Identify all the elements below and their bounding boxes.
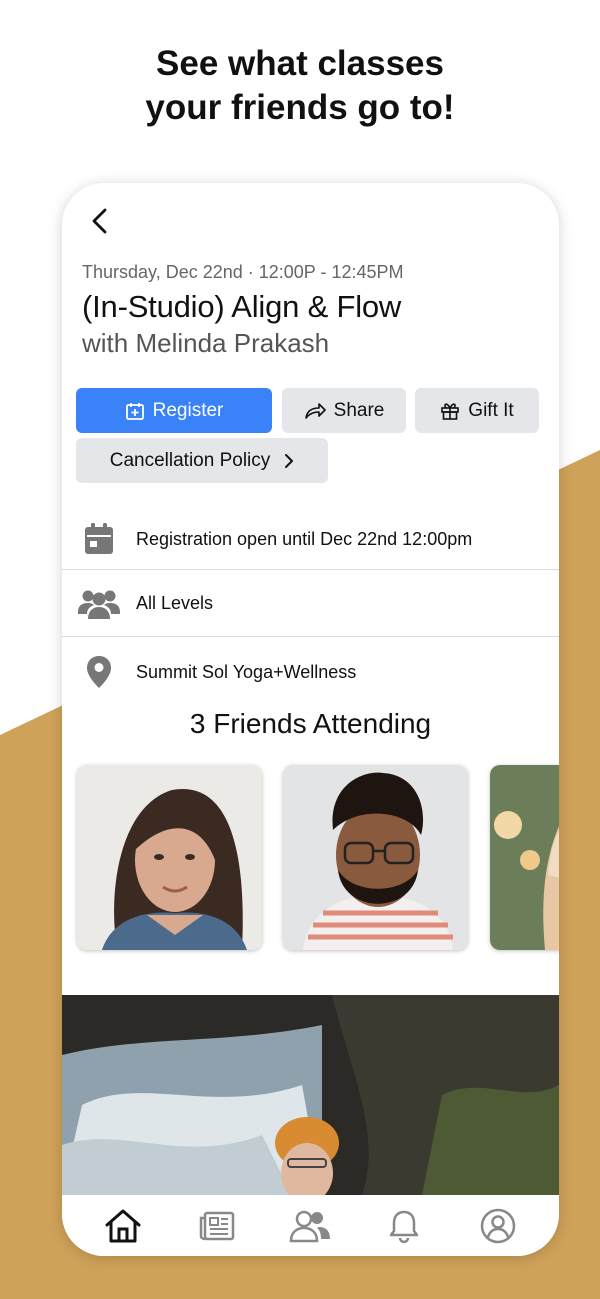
gift-label: Gift It — [468, 399, 514, 421]
gift-icon — [441, 402, 460, 420]
news-icon — [199, 1211, 234, 1240]
friend-avatar-2[interactable] — [283, 765, 468, 950]
location-row: Summit Sol Yoga+Wellness — [62, 638, 559, 706]
cancellation-policy-label: Cancellation Policy — [109, 449, 271, 471]
share-button[interactable]: Share — [282, 388, 406, 433]
share-arrow-icon — [304, 402, 326, 419]
gift-button[interactable]: Gift It — [415, 388, 539, 433]
chevron-right-icon — [285, 453, 294, 468]
share-label: Share — [333, 399, 385, 421]
friend-avatar-1[interactable] — [77, 765, 262, 950]
calendar-plus-icon — [125, 402, 144, 420]
home-icon — [105, 1209, 141, 1242]
friend-photo-woman-icon — [77, 765, 262, 950]
back-button[interactable] — [84, 205, 116, 237]
phone-screen: Thursday, Dec 22nd · 12:00P - 12:45PM (I… — [62, 183, 559, 1256]
headline-line-2: your friends go to! — [145, 88, 455, 127]
chevron-left-icon — [92, 208, 107, 234]
location-pin-icon — [87, 656, 111, 688]
profile-icon — [480, 1208, 516, 1243]
friend-photo-partial-icon — [490, 765, 559, 950]
register-label: Register — [152, 399, 224, 421]
bottom-tab-bar — [62, 1195, 559, 1256]
waterfall-photo-icon — [62, 995, 559, 1195]
class-instructor: with Melinda Prakash — [82, 328, 330, 358]
tab-profile[interactable] — [473, 1201, 523, 1251]
tab-friends[interactable] — [285, 1201, 335, 1251]
friend-photo-man-icon — [283, 765, 468, 950]
class-date-time: Thursday, Dec 22nd · 12:00P - 12:45PM — [82, 262, 404, 282]
friends-attending-title: 3 Friends Attending — [189, 708, 432, 739]
class-title: (In-Studio) Align & Flow — [82, 289, 402, 324]
registration-text: Registration open until Dec 22nd 12:00pm — [136, 528, 473, 549]
calendar-icon — [85, 523, 113, 554]
tab-news[interactable] — [192, 1201, 242, 1251]
bell-icon — [390, 1210, 419, 1243]
registration-row: Registration open until Dec 22nd 12:00pm — [62, 505, 559, 573]
cancellation-policy-button[interactable]: Cancellation Policy — [76, 438, 328, 483]
level-row: All Levels — [62, 569, 559, 637]
headline-line-1: See what classes — [156, 44, 444, 83]
tab-notifications[interactable] — [379, 1201, 429, 1251]
level-text: All Levels — [136, 592, 214, 613]
headline: See what classes your friends go to! — [0, 42, 600, 130]
register-button[interactable]: Register — [76, 388, 272, 433]
tab-home[interactable] — [98, 1201, 148, 1251]
class-banner-image — [62, 995, 559, 1195]
friends-icon — [290, 1210, 331, 1242]
friend-avatar-3[interactable] — [490, 765, 559, 950]
people-icon — [78, 590, 120, 619]
location-text: Summit Sol Yoga+Wellness — [136, 661, 357, 682]
